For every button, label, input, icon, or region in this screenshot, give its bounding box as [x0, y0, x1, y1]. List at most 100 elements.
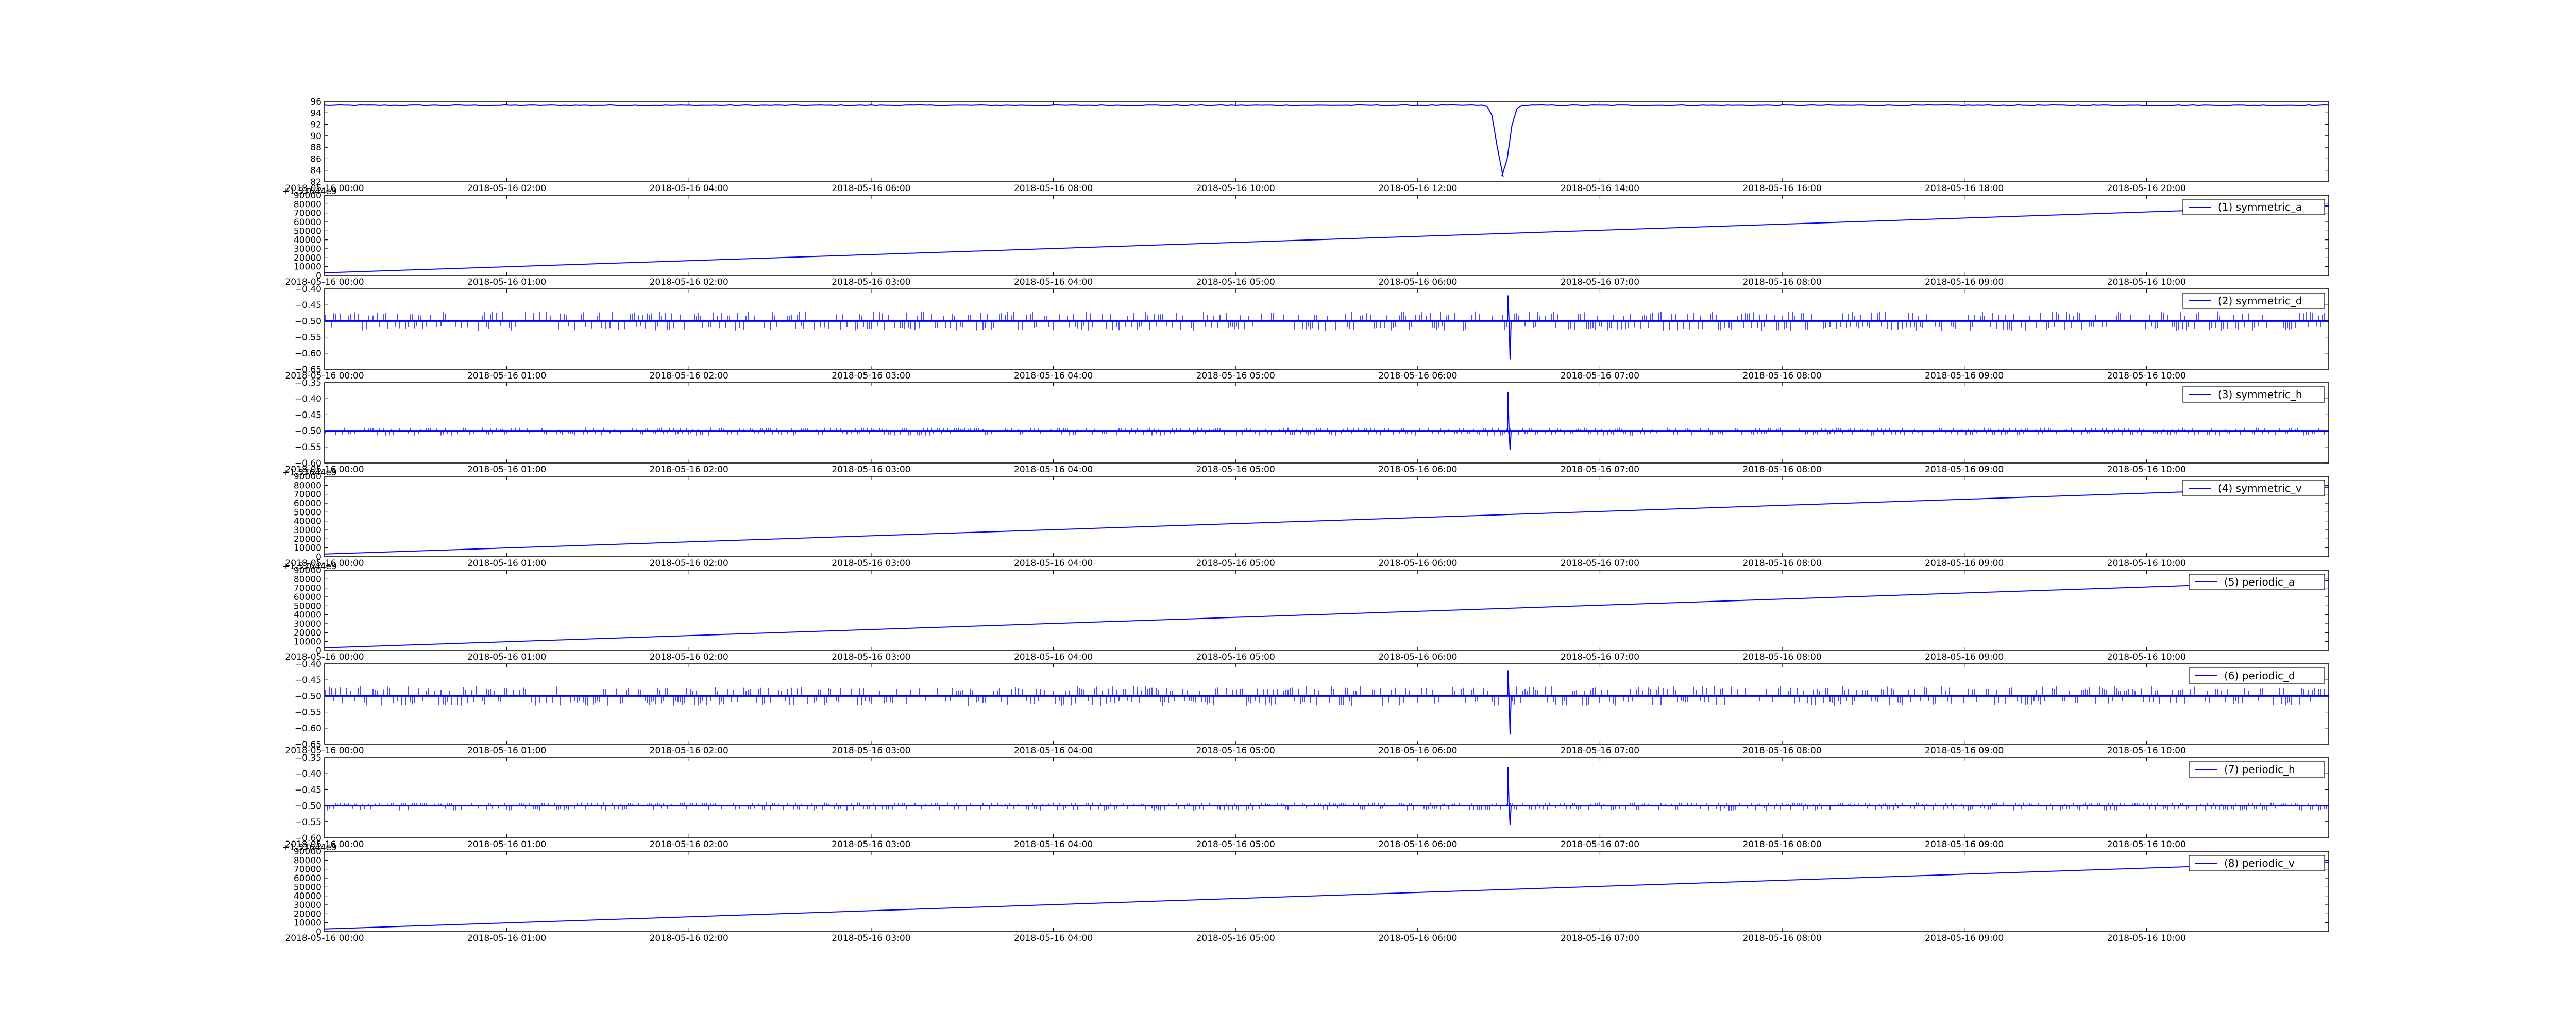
x-tick-label: 2018-05-16 06:00 — [1378, 558, 1457, 569]
x-tick-label: 2018-05-16 02:00 — [467, 183, 546, 194]
x-tick-label: 2018-05-16 05:00 — [1196, 465, 1275, 475]
y-tick-label: 90 — [310, 131, 321, 142]
x-tick-label: 2018-05-16 08:00 — [1742, 371, 1821, 381]
axes-frame — [324, 288, 2329, 370]
y-tick-label: 10000 — [294, 543, 321, 554]
x-tick-label: 2018-05-16 10:00 — [2107, 371, 2186, 381]
y-tick-label: 60000 — [294, 592, 321, 603]
legend: (8) periodic_v — [2189, 855, 2325, 871]
x-tick-label: 2018-05-16 01:00 — [467, 277, 546, 287]
x-tick-label: 2018-05-16 07:00 — [1561, 465, 1639, 475]
y-tick-label: −0.40 — [295, 769, 321, 779]
x-tick-label: 2018-05-16 14:00 — [1561, 183, 1639, 194]
y-tick-label: 70000 — [294, 490, 321, 500]
x-tick-label: 2018-05-16 03:00 — [832, 371, 910, 381]
y-tick-label: 10000 — [294, 918, 321, 929]
y-tick-label: 92 — [310, 120, 321, 130]
y-tick-label: 70000 — [294, 865, 321, 875]
x-tick-label: 2018-05-16 09:00 — [1925, 371, 2004, 381]
axes-frame — [324, 570, 2329, 651]
x-tick-label: 2018-05-16 04:00 — [1014, 839, 1093, 850]
axes-frame — [324, 476, 2329, 557]
y-tick-label: 70000 — [294, 209, 321, 219]
y-tick-label: −0.50 — [295, 426, 321, 437]
x-tick-label: 2018-05-16 00:00 — [285, 933, 364, 943]
y-tick-label: 86 — [310, 154, 321, 164]
legend-label: (7) periodic_h — [2224, 763, 2295, 776]
burst-spike — [1506, 295, 1512, 360]
subplot-0: 82848688909294962018-05-16 00:00 2018-05-… — [285, 97, 2329, 194]
ramp-line — [325, 205, 2329, 273]
x-tick-label: 2018-05-16 04:00 — [650, 183, 728, 194]
x-tick-label: 2018-05-16 08:00 — [1014, 183, 1093, 194]
x-tick-label: 2018-05-16 06:00 — [1378, 839, 1457, 850]
x-tick-label: 2018-05-16 10:00 — [2107, 652, 2186, 662]
y-tick-label: −0.50 — [295, 316, 321, 327]
y-tick-label: −0.40 — [295, 659, 321, 670]
dip-line — [325, 104, 2329, 178]
legend-label: (2) symmetric_d — [2218, 295, 2302, 307]
subplot-2: −0.65−0.60−0.55−0.50−0.45−0.402018-05-16… — [285, 284, 2329, 381]
x-tick-label: 2018-05-16 08:00 — [1742, 933, 1821, 943]
x-tick-label: 2018-05-16 02:00 — [650, 558, 728, 569]
x-tick-label: 2018-05-16 04:00 — [1014, 933, 1093, 943]
axes-frame — [324, 757, 2329, 838]
y-tick-label: 20000 — [294, 534, 321, 544]
y-tick-label: 20000 — [294, 253, 321, 263]
y-tick-label: 30000 — [294, 900, 321, 911]
y-tick-label: −0.35 — [295, 378, 321, 388]
subplot-7: −0.60−0.55−0.50−0.45−0.40−0.352018-05-16… — [285, 753, 2329, 850]
series-line — [325, 486, 2329, 555]
ramp-line — [325, 861, 2329, 930]
legend: (3) symmetric_h — [2182, 386, 2325, 403]
x-tick-label: 2018-05-16 07:00 — [1561, 839, 1639, 850]
y-tick-label: 70000 — [294, 583, 321, 594]
x-tick-label: 2018-05-16 03:00 — [832, 746, 910, 756]
series-line — [325, 392, 2329, 451]
x-tick-label: 2018-05-16 02:00 — [650, 652, 728, 662]
x-tick-label: 2018-05-16 18:00 — [1925, 183, 2004, 194]
x-tick-label: 2018-05-16 04:00 — [1014, 746, 1093, 756]
y-tick-label: 10000 — [294, 637, 321, 647]
x-tick-label: 2018-05-16 07:00 — [1561, 277, 1639, 287]
y-tick-label: 50000 — [294, 507, 321, 518]
y-tick-label: −0.45 — [295, 300, 321, 311]
legend: (6) periodic_d — [2189, 667, 2325, 684]
y-tick-label: 50000 — [294, 601, 321, 611]
x-tick-label: 2018-05-16 09:00 — [1925, 558, 2004, 569]
x-tick-label: 2018-05-16 05:00 — [1196, 746, 1275, 756]
subplot-1: 0100002000030000400005000060000700008000… — [282, 186, 2329, 287]
x-tick-label: 2018-05-16 03:00 — [832, 652, 910, 662]
y-tick-label: −0.60 — [295, 724, 321, 734]
x-tick-label: 2018-05-16 10:00 — [2107, 465, 2186, 475]
x-tick-label: 2018-05-16 06:00 — [1378, 746, 1457, 756]
x-tick-label: 2018-05-16 12:00 — [1378, 183, 1457, 194]
series-line — [325, 580, 2329, 648]
y-tick-label: −0.55 — [295, 708, 321, 718]
series-line — [325, 670, 2329, 735]
x-tick-label: 2018-05-16 06:00 — [1378, 465, 1457, 475]
legend: (2) symmetric_d — [2182, 293, 2325, 309]
x-tick-label: 2018-05-16 02:00 — [650, 277, 728, 287]
y-tick-label: 80000 — [294, 574, 321, 585]
burst-spike — [1506, 767, 1512, 826]
y-tick-label: 80000 — [294, 480, 321, 491]
y-tick-label: 60000 — [294, 499, 321, 509]
legend: (7) periodic_h — [2189, 761, 2325, 778]
x-tick-label: 2018-05-16 02:00 — [650, 933, 728, 943]
y-tick-label: 80000 — [294, 855, 321, 866]
x-tick-label: 2018-05-16 02:00 — [650, 839, 728, 850]
axes-frame — [324, 101, 2329, 182]
x-tick-label: 2018-05-16 20:00 — [2107, 183, 2186, 194]
y-tick-label: 10000 — [294, 262, 321, 272]
axes-frame — [324, 195, 2329, 276]
y-tick-label: 84 — [310, 166, 321, 176]
x-tick-label: 2018-05-16 10:00 — [2107, 933, 2186, 943]
y-tick-label: −0.50 — [295, 801, 321, 812]
legend: (1) symmetric_a — [2182, 199, 2325, 215]
y-tick-label: 60000 — [294, 217, 321, 228]
x-tick-label: 2018-05-16 09:00 — [1925, 465, 2004, 475]
x-tick-label: 2018-05-16 01:00 — [467, 746, 546, 756]
y-tick-label: 30000 — [294, 619, 321, 629]
series-line — [325, 295, 2329, 360]
